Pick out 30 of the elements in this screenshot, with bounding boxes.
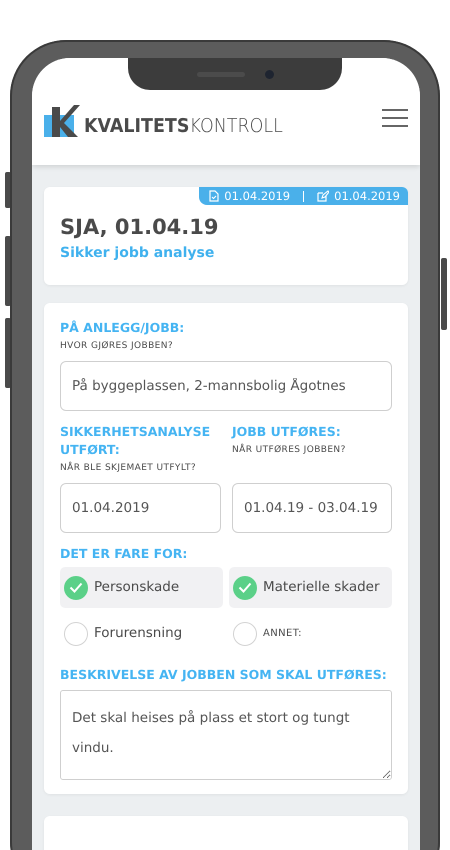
field-label: JOBB UTFØRES: xyxy=(232,423,342,441)
date-field[interactable]: 01.04.19 - 03.04.19 xyxy=(232,483,392,533)
hazard-option[interactable]: ANNET: xyxy=(229,613,392,654)
badge-date: 01.04.2019 xyxy=(334,189,400,203)
check-icon xyxy=(69,582,83,593)
document-icon xyxy=(209,190,220,202)
checkbox[interactable] xyxy=(233,622,257,646)
hazard-option[interactable]: Forurensning xyxy=(60,613,223,654)
hazard-option[interactable]: Personskade xyxy=(60,567,223,608)
field-hint: NÅR BLE SKJEMAET UTFYLT? xyxy=(60,463,198,473)
field-label: PÅ ANLEGG/JOBB: xyxy=(60,319,186,337)
record-subtitle: Sikker jobb analyse xyxy=(60,245,216,261)
record-title: SJA, 01.04.19 xyxy=(60,215,220,239)
camera-lens xyxy=(264,70,274,78)
checkbox[interactable] xyxy=(233,576,257,600)
badge-date: 01.04.2019 xyxy=(224,189,290,203)
field-label: DET ER FARE FOR: xyxy=(60,545,188,563)
menu-icon[interactable] xyxy=(382,109,408,127)
checkbox[interactable] xyxy=(64,622,88,646)
field-hint: NÅR UTFØRES JOBBEN? xyxy=(232,445,347,455)
field-label: SIKKERHETSANALYSE UTFØRT: xyxy=(60,423,212,459)
field-label: BESKRIVELSE AV JOBBEN SOM SKAL UTFØRES: xyxy=(60,666,388,684)
date-field[interactable]: 01.04.2019 xyxy=(60,483,221,533)
checkbox[interactable] xyxy=(64,576,88,600)
field-hint: HVOR GJØRES JOBBEN? xyxy=(60,341,174,351)
logo-text: KVALITETSKONTROLL xyxy=(84,115,283,137)
description-field[interactable]: Det skal heises på plass et stort og tungt vindu. xyxy=(60,690,392,780)
edit-icon xyxy=(317,190,330,202)
check-icon xyxy=(238,582,252,593)
hazard-option[interactable]: Materielle skader xyxy=(229,567,392,608)
